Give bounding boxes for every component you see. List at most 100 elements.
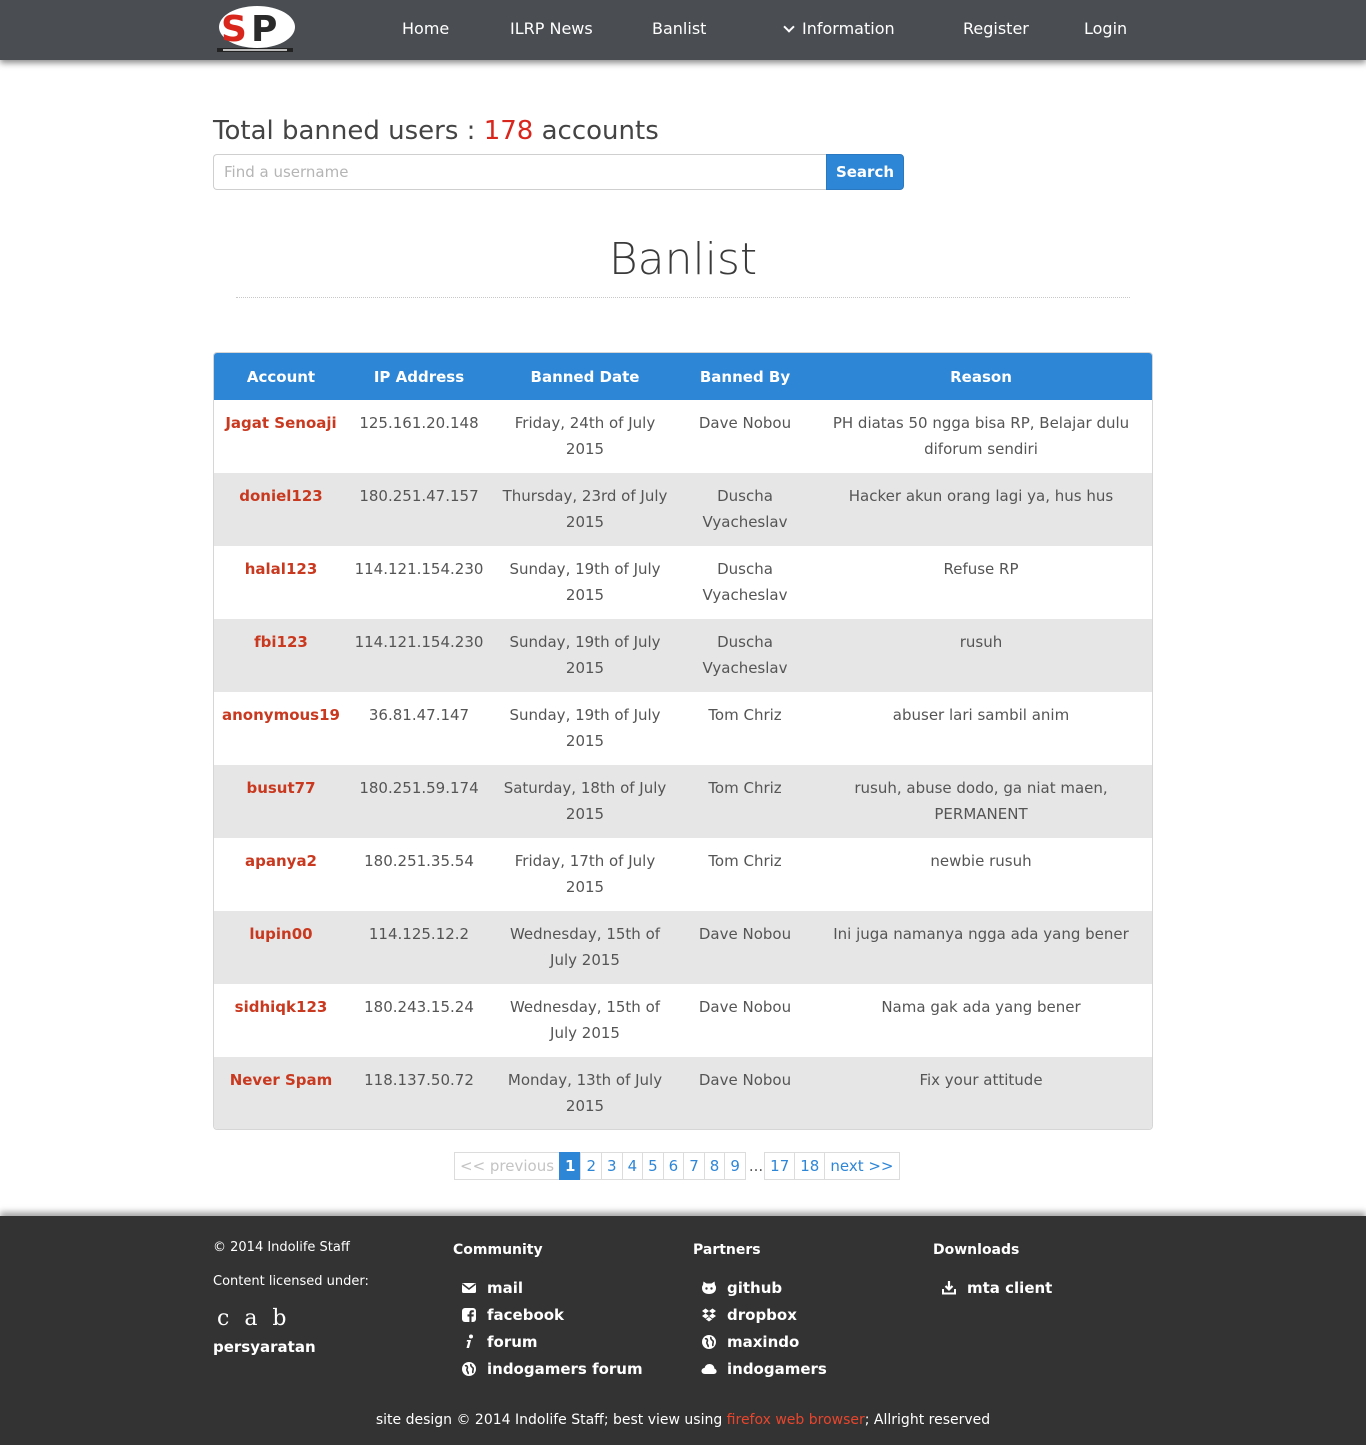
footer-link-indogamers[interactable]: indogamers bbox=[701, 1360, 827, 1378]
footer-link-forum[interactable]: forum bbox=[461, 1333, 538, 1351]
credits-before: site design © 2014 Indolife Staff; best … bbox=[375, 1412, 727, 1428]
page-link[interactable]: 6 bbox=[662, 1152, 685, 1180]
footer-license-label: Content licensed under: bbox=[213, 1274, 369, 1289]
dropbox-icon bbox=[702, 1308, 716, 1322]
column-header-date: Banned Date bbox=[530, 367, 640, 386]
banned-by-cell: Dave Nobou bbox=[698, 925, 792, 943]
banned-date-cell: Wednesday, 15th of July 2015 bbox=[490, 984, 680, 1057]
ip-address-cell: 114.125.12.2 bbox=[348, 911, 490, 984]
account-link[interactable]: fbi123 bbox=[254, 633, 308, 651]
account-cell: Jagat Senoaji bbox=[214, 400, 348, 473]
banned-by-cell: Dave Nobou bbox=[680, 911, 810, 984]
ip-address-cell: 180.251.47.157 bbox=[359, 487, 479, 505]
nav-home[interactable]: Home bbox=[402, 19, 449, 38]
banned-date-cell: Friday, 17th of July 2015 bbox=[514, 852, 656, 896]
ip-address-cell: 180.243.15.24 bbox=[364, 998, 474, 1016]
reason-cell: PH diatas 50 ngga bisa RP, Belajar dulu … bbox=[832, 414, 1130, 458]
pagination-ellipsis: ... bbox=[748, 1157, 764, 1175]
footer-link-maxindo[interactable]: maxindo bbox=[701, 1333, 799, 1351]
footer-credits: site design © 2014 Indolife Staff; best … bbox=[0, 1412, 1366, 1428]
creative-commons-icon[interactable]: c a b bbox=[217, 1306, 291, 1331]
footer-link-mta-client[interactable]: mta client bbox=[941, 1279, 1052, 1297]
footer-link-mail[interactable]: mail bbox=[461, 1279, 523, 1297]
banned-date-cell: Wednesday, 15th of July 2015 bbox=[509, 925, 661, 969]
ip-address-cell: 180.251.59.174 bbox=[359, 779, 479, 797]
top-navbar: S P Home ILRP News Banlist Information R… bbox=[0, 0, 1366, 60]
footer-link-facebook[interactable]: facebook bbox=[461, 1306, 564, 1324]
banned-by-cell: Tom Chriz bbox=[680, 765, 810, 838]
account-link[interactable]: sidhiqk123 bbox=[235, 998, 328, 1016]
table-header: Account IP Address Banned Date Banned By… bbox=[214, 353, 1152, 400]
nav-register[interactable]: Register bbox=[963, 19, 1029, 38]
page-link[interactable]: 5 bbox=[642, 1152, 664, 1180]
reason-cell: PH diatas 50 ngga bisa RP, Belajar dulu … bbox=[810, 400, 1152, 473]
globe-icon bbox=[702, 1335, 716, 1349]
reason-cell: Fix your attitude bbox=[919, 1071, 1043, 1089]
banned-date-cell: Thursday, 23rd of July 2015 bbox=[490, 473, 680, 546]
banned-date-cell: Sunday, 19th of July 2015 bbox=[509, 560, 661, 604]
footer-link-label: forum bbox=[487, 1333, 538, 1351]
footer-terms-link[interactable]: persyaratan bbox=[213, 1338, 316, 1356]
footer-link-label: maxindo bbox=[727, 1333, 800, 1351]
footer-link-indogamers-forum[interactable]: indogamers forum bbox=[461, 1360, 643, 1378]
banned-date-cell: Sunday, 19th of July 2015 bbox=[490, 546, 680, 619]
username-search-input[interactable] bbox=[213, 154, 827, 190]
nav-information-label: Information bbox=[802, 19, 895, 38]
firefox-link[interactable]: firefox web browser bbox=[727, 1412, 865, 1428]
nav-banlist[interactable]: Banlist bbox=[652, 19, 706, 38]
banned-date-cell: Sunday, 19th of July 2015 bbox=[490, 619, 680, 692]
table-row: halal123 114.121.154.230 Sunday, 19th of J… bbox=[214, 546, 1152, 619]
account-link[interactable]: Never Spam bbox=[230, 1071, 333, 1089]
site-logo[interactable]: S P bbox=[215, 3, 297, 55]
banned-date-cell: Monday, 13th of July 2015 bbox=[490, 1057, 680, 1129]
banned-by-cell: Duscha Vyacheslav bbox=[702, 560, 788, 604]
reason-cell: Nama gak ada yang bener bbox=[881, 998, 1081, 1016]
footer-link-github[interactable]: github bbox=[701, 1279, 782, 1297]
page-link[interactable]: 9 bbox=[724, 1152, 746, 1180]
banned-by-cell: Dave Nobou bbox=[680, 984, 810, 1057]
banned-date-cell: Friday, 24th of July 2015 bbox=[514, 414, 656, 458]
table-row: Never Spam 118.137.50.72 Monday, 13th of J… bbox=[214, 1057, 1152, 1129]
page-link[interactable]: 17 bbox=[764, 1152, 796, 1180]
account-link[interactable]: Jagat Senoaji bbox=[225, 414, 336, 432]
account-link[interactable]: apanya2 bbox=[245, 852, 317, 870]
reason-cell: abuser lari sambil anim bbox=[810, 692, 1152, 765]
column-header-banned-by: Banned By bbox=[699, 367, 791, 386]
nav-information[interactable]: Information bbox=[783, 19, 895, 38]
reason-cell: Refuse RP bbox=[943, 560, 1019, 578]
nav-login[interactable]: Login bbox=[1084, 19, 1127, 38]
footer-link-dropbox[interactable]: dropbox bbox=[701, 1306, 797, 1324]
footer-link-label: facebook bbox=[487, 1306, 565, 1324]
footer-link-label: indogamers bbox=[727, 1360, 827, 1378]
ip-address-cell: 180.251.59.174 bbox=[348, 765, 490, 838]
table-row: doniel123 180.251.47.157 Thursday, 23rd of… bbox=[214, 473, 1152, 546]
ip-address-cell: 180.251.47.157 bbox=[348, 473, 490, 546]
pagination-next[interactable]: next >> bbox=[824, 1152, 900, 1180]
search-button[interactable]: Search bbox=[826, 154, 904, 190]
account-link[interactable]: halal123 bbox=[245, 560, 318, 578]
page-link[interactable]: 3 bbox=[601, 1152, 623, 1180]
page-link[interactable]: 7 bbox=[683, 1152, 705, 1180]
account-link[interactable]: busut77 bbox=[246, 779, 315, 797]
page-title: Banlist bbox=[608, 234, 758, 285]
banned-date-cell: Sunday, 19th of July 2015 bbox=[490, 692, 680, 765]
site-footer: © 2014 Indolife Staff Content licensed u… bbox=[0, 1216, 1366, 1445]
ip-address-cell: 36.81.47.147 bbox=[348, 692, 490, 765]
ip-address-cell: 180.251.35.54 bbox=[364, 852, 474, 870]
ip-address-cell: 125.161.20.148 bbox=[359, 414, 479, 432]
account-link[interactable]: lupin00 bbox=[249, 925, 312, 943]
page-link[interactable]: 18 bbox=[794, 1152, 826, 1180]
nav-ilrp-news[interactable]: ILRP News bbox=[510, 19, 593, 38]
account-link[interactable]: doniel123 bbox=[239, 487, 323, 505]
account-link[interactable]: anonymous19 bbox=[222, 706, 340, 724]
reason-cell: rusuh bbox=[810, 619, 1152, 692]
table-row: busut77 180.251.59.174 Saturday, 18th of J… bbox=[214, 765, 1152, 838]
page-link[interactable]: 1 bbox=[559, 1152, 582, 1180]
page-link[interactable]: 8 bbox=[703, 1152, 726, 1180]
page-link[interactable]: 2 bbox=[580, 1152, 603, 1180]
page-link[interactable]: 4 bbox=[621, 1152, 644, 1180]
account-cell: Never Spam bbox=[214, 1057, 348, 1129]
chevron-down-icon bbox=[783, 21, 795, 33]
ip-address-cell: 125.161.20.148 bbox=[348, 400, 490, 473]
footer-link-label: mta client bbox=[967, 1279, 1053, 1297]
